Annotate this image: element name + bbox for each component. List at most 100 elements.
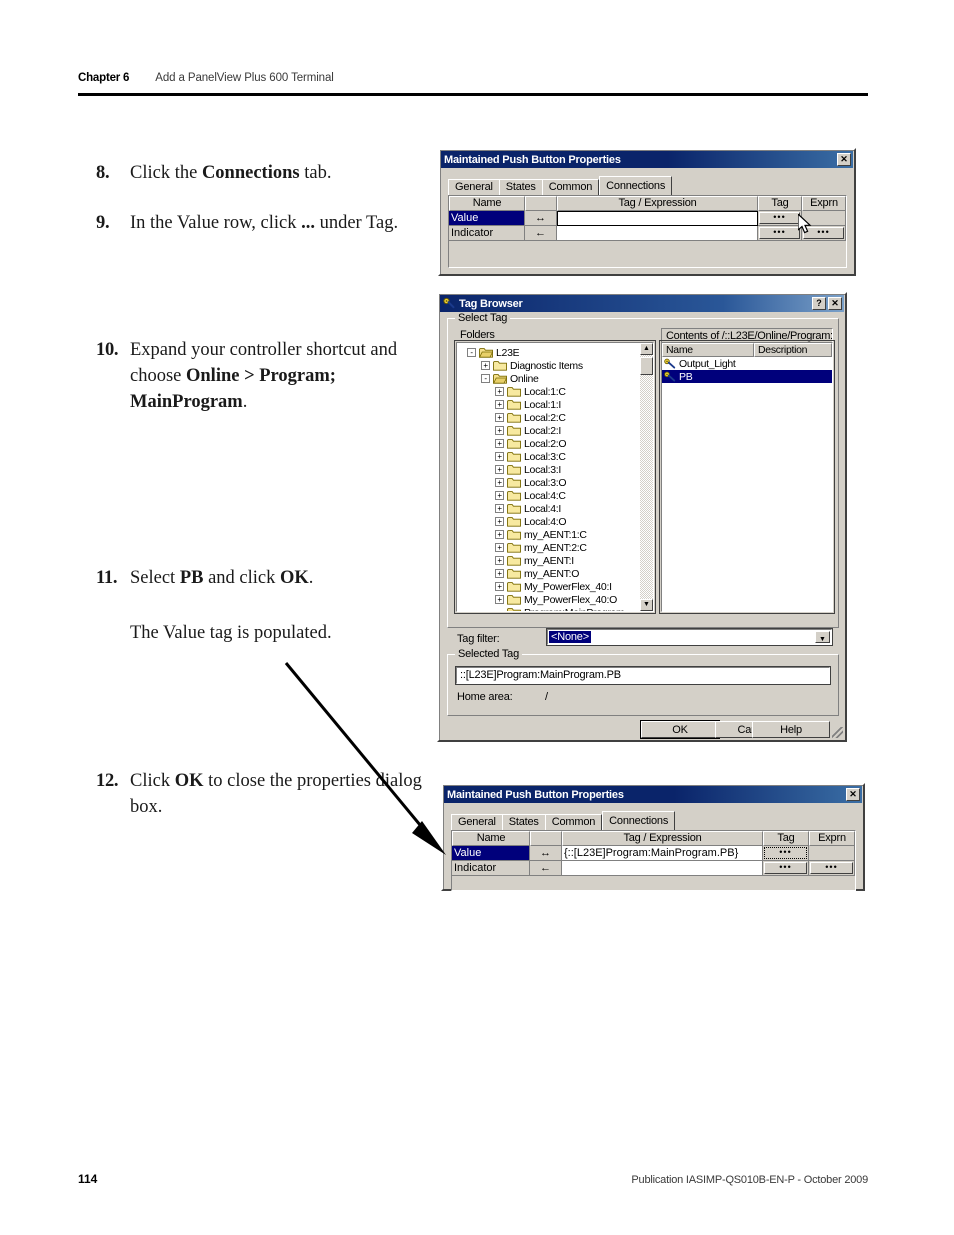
tag-filter-combobox[interactable]: <None> ▼	[546, 628, 833, 646]
row-value-expression[interactable]: {::[L23E]Program:MainProgram.PB}	[562, 846, 763, 861]
help-button[interactable]: Help	[752, 721, 830, 738]
expand-icon[interactable]: +	[495, 426, 504, 435]
contents-list-header: Name Description	[662, 343, 832, 357]
tab-common[interactable]: Common	[541, 179, 600, 195]
expand-icon[interactable]: +	[495, 569, 504, 578]
tree-node-my-aent-o[interactable]: + my_AENT:O	[457, 567, 653, 580]
dialog2-titlebar[interactable]: Maintained Push Button Properties ✕	[444, 786, 862, 803]
row-value-expression[interactable]	[557, 211, 758, 226]
tree-node-label: Online	[510, 372, 539, 385]
tree-node-my-aent-2-c[interactable]: + my_AENT:2:C	[457, 541, 653, 554]
expand-icon[interactable]: +	[495, 530, 504, 539]
selected-tag-input[interactable]: ::[L23E]Program:MainProgram.PB	[455, 666, 831, 685]
expand-icon[interactable]: +	[495, 400, 504, 409]
expand-icon[interactable]: +	[481, 361, 490, 370]
tree-node-my-powerflex-40-i[interactable]: + My_PowerFlex_40:I	[457, 580, 653, 593]
row-value-name: Value	[449, 211, 525, 226]
expand-icon[interactable]: +	[495, 582, 504, 591]
tree-node-my-aent-i[interactable]: + my_AENT:I	[457, 554, 653, 567]
table-row[interactable]: Value ↔ •••	[449, 211, 846, 226]
tree-node-local-1-c[interactable]: + Local:1:C	[457, 385, 653, 398]
list-item[interactable]: Output_Light	[662, 357, 832, 370]
tab-common[interactable]: Common	[544, 814, 603, 830]
folder-open-icon	[507, 607, 521, 611]
folders-scroll-thumb[interactable]	[640, 357, 653, 375]
tree-node-my-powerflex-40-o[interactable]: + My_PowerFlex_40:O	[457, 593, 653, 606]
tree-node-local-4-c[interactable]: + Local:4:C	[457, 489, 653, 502]
collapse-icon[interactable]: -	[467, 348, 476, 357]
expand-icon[interactable]: +	[495, 595, 504, 604]
ok-button[interactable]: OK	[640, 720, 720, 739]
chevron-down-icon[interactable]: ▼	[815, 631, 830, 643]
tree-node-local-4-o[interactable]: + Local:4:O	[457, 515, 653, 528]
tab-general[interactable]: General	[448, 179, 500, 195]
dialog1-titlebar[interactable]: Maintained Push Button Properties ✕	[441, 151, 853, 168]
close-icon[interactable]: ✕	[837, 153, 851, 166]
tree-node-label: Local:2:O	[524, 437, 567, 450]
tree-node-local-1-i[interactable]: + Local:1:I	[457, 398, 653, 411]
row-indicator-tag-browse-button[interactable]: •••	[759, 227, 800, 239]
expand-icon[interactable]: +	[495, 491, 504, 500]
tree-node-local-2-o[interactable]: + Local:2:O	[457, 437, 653, 450]
scroll-down-icon[interactable]: ▼	[640, 599, 653, 611]
row-indicator-tag-browse-button[interactable]: •••	[764, 862, 807, 874]
tree-node-diagnostic-items[interactable]: + Diagnostic Items	[457, 359, 653, 372]
row-indicator-expression[interactable]	[562, 861, 763, 876]
tag-browser-dialog[interactable]: Tag Browser ? ✕ Select Tag Folders - L23E…	[437, 292, 847, 742]
row-value-tag-browse-button[interactable]: •••	[759, 212, 800, 224]
close-icon[interactable]: ✕	[828, 297, 842, 310]
tree-node-local-3-i[interactable]: + Local:3:I	[457, 463, 653, 476]
collapse-icon[interactable]: -	[481, 374, 490, 383]
contents-list[interactable]: Output_Light PB	[662, 357, 832, 383]
expand-icon[interactable]: +	[495, 413, 504, 422]
folders-tree[interactable]: - L23E + Diagnostic Items - Online + Local:1:C +…	[457, 343, 653, 611]
maintained-push-button-properties-dialog-empty[interactable]: Maintained Push Button Properties ✕ Gene…	[438, 148, 856, 276]
scroll-up-icon[interactable]: ▲	[640, 343, 653, 355]
resize-grip[interactable]	[832, 727, 843, 738]
tree-node-local-2-c[interactable]: + Local:2:C	[457, 411, 653, 424]
tab-states[interactable]: States	[498, 179, 543, 195]
tree-node-local-2-i[interactable]: + Local:2:I	[457, 424, 653, 437]
table-row[interactable]: Indicator ← ••• •••	[452, 861, 855, 876]
tree-node-local-4-i[interactable]: + Local:4:I	[457, 502, 653, 515]
expand-icon[interactable]: +	[495, 439, 504, 448]
row-value-exprn-cell[interactable]	[802, 211, 846, 226]
row-value-exprn-cell[interactable]	[809, 846, 855, 861]
expand-icon[interactable]: +	[495, 543, 504, 552]
tree-node-local-3-c[interactable]: + Local:3:C	[457, 450, 653, 463]
folders-scroll-track[interactable]	[640, 355, 653, 599]
expand-icon[interactable]: +	[495, 387, 504, 396]
tag-browser-titlebar[interactable]: Tag Browser ? ✕	[440, 295, 844, 312]
row-indicator-exprn-browse-button[interactable]: •••	[803, 227, 844, 239]
tab-connections[interactable]: Connections	[602, 811, 676, 830]
tree-node-program-mainprogram[interactable]: Program:MainProgram	[457, 606, 653, 611]
tree-node-local-3-o[interactable]: + Local:3:O	[457, 476, 653, 489]
expand-icon[interactable]: +	[495, 452, 504, 461]
tree-node-online[interactable]: - Online	[457, 372, 653, 385]
folders-tree-panel[interactable]: - L23E + Diagnostic Items - Online + Local:1:C +…	[454, 340, 656, 614]
folders-tree-scrollbar[interactable]: ▲ ▼	[640, 343, 653, 611]
expand-icon[interactable]: +	[495, 465, 504, 474]
tree-node-my-aent-1-c[interactable]: + my_AENT:1:C	[457, 528, 653, 541]
expand-icon[interactable]: +	[495, 504, 504, 513]
tab-states[interactable]: States	[501, 814, 546, 830]
row-value-tag-browse-button[interactable]: •••	[764, 847, 807, 859]
tab-connections[interactable]: Connections	[599, 176, 673, 195]
row-indicator-exprn-browse-button[interactable]: •••	[810, 862, 853, 874]
expand-icon[interactable]: +	[495, 517, 504, 526]
contents-list-panel[interactable]: Name Description Output_Light PB	[659, 340, 835, 614]
maintained-push-button-properties-dialog-populated[interactable]: Maintained Push Button Properties ✕ Gene…	[441, 783, 865, 891]
table-row[interactable]: Value ↔ {::[L23E]Program:MainProgram.PB}…	[452, 846, 855, 861]
list-item[interactable]: PB	[662, 370, 832, 383]
close-icon[interactable]: ✕	[846, 788, 860, 801]
row-indicator-expression[interactable]	[557, 226, 758, 241]
dialog1-tabstrip[interactable]: General States Common Connections	[440, 176, 854, 195]
tree-node-l23e[interactable]: - L23E	[457, 346, 653, 359]
folder-icon	[507, 399, 521, 410]
expand-icon[interactable]: +	[495, 478, 504, 487]
table-row[interactable]: Indicator ← ••• •••	[449, 226, 846, 241]
tab-general[interactable]: General	[451, 814, 503, 830]
expand-icon[interactable]: +	[495, 556, 504, 565]
help-icon[interactable]: ?	[812, 297, 826, 310]
dialog2-tabstrip[interactable]: General States Common Connections	[443, 811, 863, 830]
